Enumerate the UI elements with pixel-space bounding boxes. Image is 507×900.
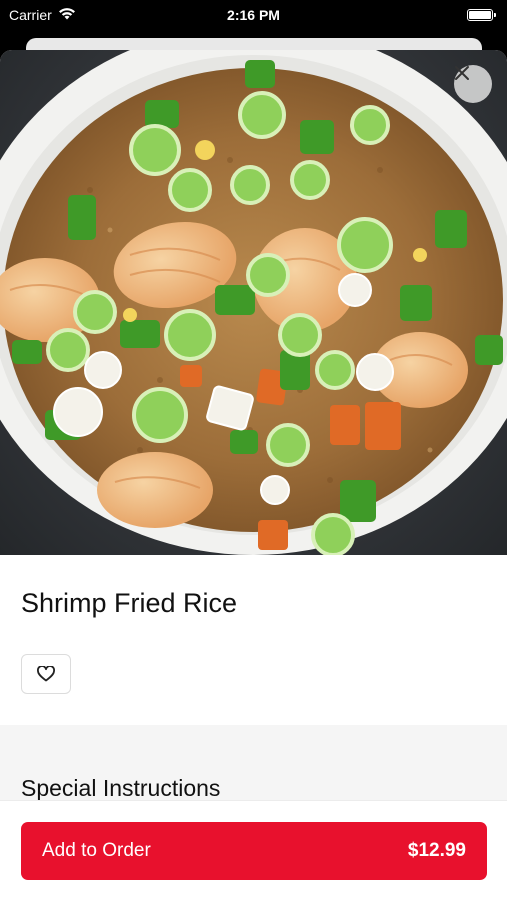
carrier-label: Carrier [9, 7, 52, 23]
status-bar: Carrier 2:16 PM [0, 0, 507, 30]
special-instructions-label: Special Instructions [21, 775, 221, 801]
bottom-action-bar: Add to Order $12.99 [0, 800, 507, 900]
status-left: Carrier [9, 7, 76, 23]
item-photo [0, 50, 507, 555]
add-to-order-button[interactable]: Add to Order $12.99 [21, 822, 487, 880]
item-detail-sheet: Shrimp Fried Rice Special Instructions A… [0, 50, 507, 900]
add-to-order-label: Add to Order [42, 840, 151, 861]
status-time: 2:16 PM [227, 7, 280, 23]
wifi-icon [58, 7, 76, 23]
order-price: $12.99 [407, 840, 466, 861]
item-title: Shrimp Fried Rice [21, 588, 238, 618]
close-icon [455, 66, 469, 80]
battery-icon [467, 9, 496, 21]
close-button[interactable] [454, 65, 492, 103]
fried-rice-illustration [0, 50, 507, 555]
favorite-button[interactable] [21, 654, 71, 694]
heart-icon [37, 666, 55, 682]
